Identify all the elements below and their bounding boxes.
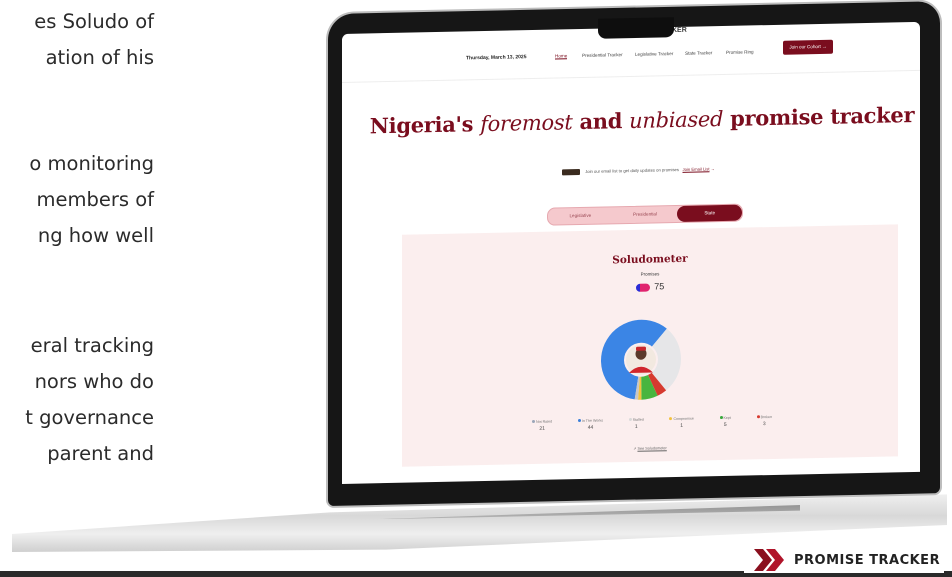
subscribe-row: Join our email list to get daily updates… [562, 166, 715, 176]
legend-item: In The Works 44 [577, 418, 604, 432]
legend-value: 5 [723, 421, 727, 429]
headline-part: Nigeria's [369, 111, 481, 139]
article-line: members of [36, 188, 154, 211]
tab-state[interactable]: State [677, 204, 743, 222]
join-email-list-link[interactable]: Join Email List [682, 166, 709, 172]
article-line: t governance [25, 406, 154, 429]
nav-presidential-tracker[interactable]: Presidential Tracker [582, 52, 623, 58]
legend-dot-icon [577, 418, 581, 423]
subscribe-text: Join our email list to get daily updates… [585, 167, 679, 175]
hero-headline: Nigeria's foremost and unbiased promise … [342, 101, 920, 139]
legend-item: Kept 5 [719, 415, 731, 429]
legend-label: Not Rated [536, 419, 553, 424]
legend-value: 1 [680, 422, 684, 429]
legend-dot-icon [669, 417, 673, 421]
article-line: nors who do [34, 370, 154, 393]
tab-legislative[interactable]: Legislative [548, 207, 613, 224]
site-date: Thursday, March 13, 2025 [466, 54, 527, 62]
see-soludometer-link[interactable]: See Soludometer [637, 446, 666, 451]
soludometer-panel: Soludometer Promises 75 Not Rated 21 In Th… [402, 224, 898, 467]
legend-dot-icon [756, 415, 760, 419]
nav-state-tracker[interactable]: State Tracker [685, 50, 712, 56]
tab-presidential[interactable]: Presidential [613, 206, 678, 223]
legend-label: Kept [723, 415, 731, 421]
join-cohort-label: Join our Cohort [789, 43, 821, 50]
newsletter-logo-icon [562, 169, 580, 176]
promise-donut-chart [601, 319, 681, 400]
promise-tracker-logo: PROMISE TRACKER [744, 547, 944, 573]
article-line: parent and [47, 442, 154, 465]
arrow-right-icon: → [710, 166, 715, 172]
nav-legislative-tracker[interactable]: Legislative Tracker [635, 51, 673, 57]
headline-emphasis: foremost [480, 110, 573, 137]
legend-label: In The Works [581, 418, 604, 423]
nav-home[interactable]: Home [555, 53, 568, 60]
arrow-right-icon: → [822, 43, 827, 49]
chevron-logo-icon [754, 549, 784, 571]
legend-item: Broken 3 [756, 414, 772, 428]
article-text: es Soludo of ation of his o monitoring m… [0, 0, 160, 577]
camera-notch [598, 17, 674, 39]
legend-item: Stalled 1 [628, 417, 644, 430]
legend-value: 1 [634, 423, 638, 430]
article-line: eral tracking [30, 334, 154, 357]
see-soludometer-row: ↗ See Soludometer [402, 440, 898, 455]
party-pill-icon [635, 283, 650, 292]
legend-dot-icon [628, 417, 632, 421]
legend-item: Not Rated 21 [532, 420, 552, 432]
article-line: ng how well [37, 224, 154, 247]
article-line: o monitoring [29, 152, 154, 175]
tracker-tabs: Legislative Presidential State [547, 203, 743, 226]
legend-label: Stalled [632, 417, 644, 422]
headline-emphasis: unbiased [629, 107, 724, 133]
legend-item: Compromise 1 [669, 416, 694, 430]
join-cohort-button[interactable]: Join our Cohort → [783, 39, 833, 55]
headline-part: and [572, 107, 630, 135]
legend-dot-icon [532, 419, 535, 424]
legend-value: 21 [539, 425, 545, 432]
laptop-screen: KER Thursday, March 13, 2025 Home Presid… [342, 21, 920, 484]
link-arrow-icon: ↗ [633, 446, 637, 451]
legend-value: 3 [762, 421, 766, 428]
promise-count: 75 [654, 281, 665, 292]
site-brand: KER [672, 26, 687, 35]
legend-label: Compromise [673, 416, 694, 422]
donut-legend: Not Rated 21 In The Works 44 Stalled 1 Comprom… [532, 415, 772, 432]
article-line: ation of his [45, 46, 154, 69]
legend-value: 44 [587, 424, 594, 431]
screenshot-stage: es Soludo of ation of his o monitoring m… [0, 0, 952, 577]
headline-part: promise tracker [723, 102, 915, 132]
legend-label: Broken [760, 414, 772, 420]
legend-dot-icon [719, 416, 723, 420]
nav-promise-ring[interactable]: Promise Ring [726, 49, 754, 55]
article-line: es Soludo of [34, 10, 154, 33]
logo-wordmark: PROMISE TRACKER [794, 552, 941, 568]
